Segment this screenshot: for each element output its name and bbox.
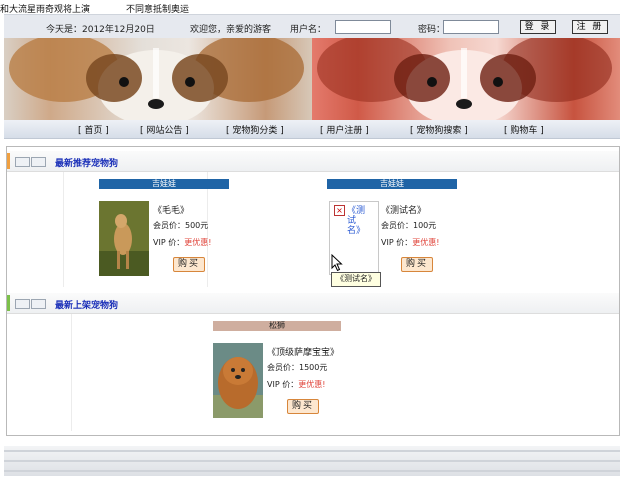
member-price-value: 100元 <box>413 221 437 230</box>
member-price-label: 会员价： <box>153 221 185 230</box>
section-title: 最新上架宠物狗 <box>55 301 119 311</box>
main-nav: [ 首页 ] [ 网站公告 ] [ 宠物狗分类 ] [ 用户注册 ] [ 宠物狗… <box>4 120 620 139</box>
category-bar: 松狮 <box>213 321 341 331</box>
category-bar: 吉娃娃 <box>327 179 457 189</box>
pet-image[interactable] <box>213 343 263 418</box>
vip-price-value: 更优惠! <box>184 238 212 247</box>
vip-price-label: VIP 价： <box>153 238 185 247</box>
papillon-dog-image <box>9 38 304 120</box>
member-price: 会员价：1500元 <box>267 362 327 373</box>
member-price-label: 会员价： <box>267 363 299 372</box>
nav-dog-categories[interactable]: [ 宠物狗分类 ] <box>226 123 284 136</box>
chihuahua-photo <box>99 201 149 276</box>
section-header-new-arrivals: 最新上架宠物狗 <box>7 293 619 314</box>
login-button[interactable]: 登 录 <box>520 20 556 34</box>
section-title: 最新推荐宠物狗 <box>55 159 119 169</box>
section-accent-bar <box>7 153 10 169</box>
section-icon <box>31 157 46 167</box>
image-alt-text: 《测试名》 <box>347 206 366 236</box>
footer-stripe <box>4 470 620 472</box>
member-price: 会员价：500元 <box>153 220 208 231</box>
pet-image[interactable] <box>99 201 149 276</box>
date-text: 今天是：2012年12月20日 <box>46 25 155 35</box>
vip-price-label: VIP 价： <box>381 238 413 247</box>
username-input[interactable] <box>335 20 391 34</box>
banner-image-left <box>4 38 312 120</box>
section-accent-bar <box>7 295 10 311</box>
footer-stripe <box>4 460 620 462</box>
register-button[interactable]: 注 册 <box>572 20 608 34</box>
section-icon <box>15 299 30 309</box>
member-price-value: 500元 <box>185 221 209 230</box>
column-divider <box>63 169 64 287</box>
top-login-bar: 今天是：2012年12月20日 欢迎您，亲爱的游客 用户名： 密码： 登 录 注… <box>4 14 620 40</box>
pet-name-link[interactable]: 《测试名》 <box>381 203 426 216</box>
pet-name-link[interactable]: 《毛毛》 <box>153 203 189 216</box>
vip-price: VIP 价：更优惠! <box>153 237 211 248</box>
member-price-value: 1500元 <box>299 363 328 372</box>
nav-shopping-cart[interactable]: [ 购物车 ] <box>504 123 544 136</box>
section-header-recommended: 最新推荐宠物狗 <box>7 151 619 172</box>
footer <box>4 446 620 476</box>
section-icon <box>31 299 46 309</box>
section-icon <box>15 157 30 167</box>
vip-price-value: 更优惠! <box>298 380 326 389</box>
column-divider <box>71 311 72 431</box>
welcome-text: 欢迎您，亲爱的游客 <box>190 25 272 35</box>
nav-dog-search[interactable]: [ 宠物狗搜索 ] <box>410 123 468 136</box>
banner <box>4 38 620 120</box>
news-ticker: 和大流星雨奇观将上演 不同意抵制奥运 <box>0 0 624 15</box>
vip-price: VIP 价：更优惠! <box>267 379 325 390</box>
vip-price: VIP 价：更优惠! <box>381 237 439 248</box>
buy-button[interactable]: 购买 <box>287 399 319 414</box>
footer-stripe <box>4 450 620 452</box>
nav-user-register[interactable]: [ 用户注册 ] <box>320 123 369 136</box>
password-input[interactable] <box>443 20 499 34</box>
vip-price-label: VIP 价： <box>267 380 299 389</box>
content-frame: 最新推荐宠物狗 吉娃娃 《毛毛》 会员价：500元 VIP 价：更优惠! 购买 … <box>6 146 620 436</box>
username-label: 用户名： <box>290 25 327 35</box>
papillon-dog-tinted-image <box>317 38 612 120</box>
category-bar: 吉娃娃 <box>99 179 229 189</box>
nav-home[interactable]: [ 首页 ] <box>78 123 109 136</box>
buy-button[interactable]: 购买 <box>173 257 205 272</box>
chow-chow-photo <box>213 343 263 418</box>
member-price: 会员价：100元 <box>381 220 436 231</box>
pet-name-link[interactable]: 《顶级萨摩宝宝》 <box>267 345 339 358</box>
nav-announcements[interactable]: [ 网站公告 ] <box>140 123 189 136</box>
image-tooltip: 《测试名》 <box>331 272 381 287</box>
broken-image-icon: × <box>334 205 345 216</box>
password-label: 密码： <box>418 25 446 35</box>
member-price-label: 会员价： <box>381 221 413 230</box>
buy-button[interactable]: 购买 <box>401 257 433 272</box>
banner-image-right <box>312 38 620 120</box>
mouse-cursor-icon <box>331 254 343 272</box>
vip-price-value: 更优惠! <box>412 238 440 247</box>
